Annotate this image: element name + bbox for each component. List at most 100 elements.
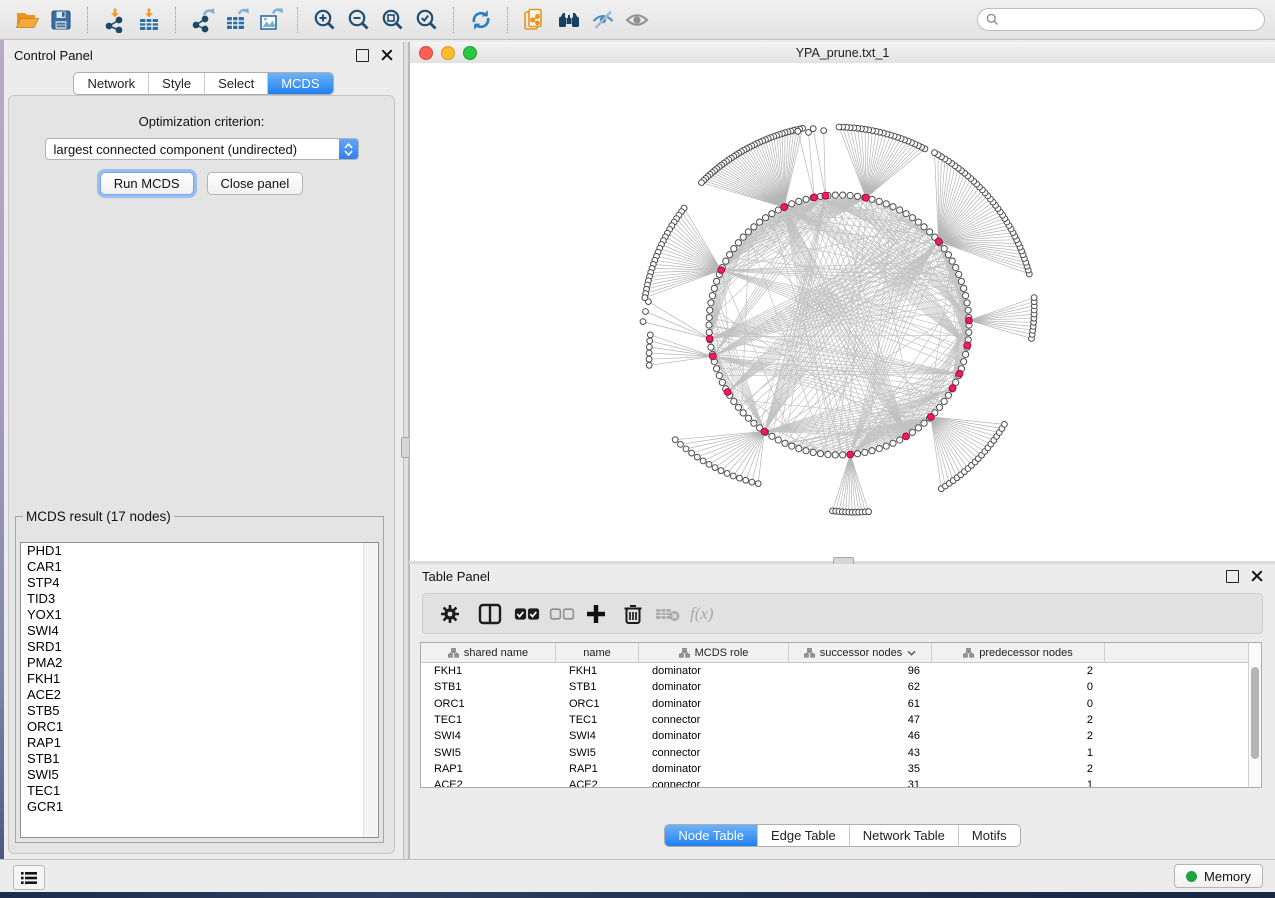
network-window-title: YPA_prune.txt_1 bbox=[410, 46, 1275, 60]
table-cell: TEC1 bbox=[421, 714, 556, 726]
search-input[interactable] bbox=[1004, 12, 1256, 28]
float-panel-icon[interactable] bbox=[1226, 570, 1239, 583]
mcds-result-list: PHD1CAR1STP4TID3YOX1SWI4SRD1PMA2FKH1ACE2… bbox=[20, 542, 379, 838]
table-cell: 43 bbox=[789, 747, 932, 759]
scrollbar-thumb[interactable] bbox=[1251, 667, 1259, 759]
apply-layout-icon[interactable] bbox=[464, 5, 498, 35]
close-panel-icon[interactable] bbox=[1251, 570, 1263, 582]
zoom-in-icon[interactable] bbox=[308, 5, 342, 35]
table-cell: 96 bbox=[789, 665, 932, 677]
import-table-icon[interactable] bbox=[132, 5, 166, 35]
run-mcds-button[interactable]: Run MCDS bbox=[100, 172, 194, 195]
memory-button[interactable]: Memory bbox=[1174, 864, 1263, 888]
tab-edge-table[interactable]: Edge Table bbox=[757, 825, 849, 846]
deselect-all-checkboxes-icon[interactable] bbox=[549, 601, 575, 627]
mcds-result-item[interactable]: TID3 bbox=[21, 591, 378, 607]
desktop-wallpaper-bottom bbox=[0, 892, 1275, 898]
show-graphics-details-icon[interactable] bbox=[620, 5, 654, 35]
column-header-predecessor-nodes[interactable]: predecessor nodes bbox=[932, 643, 1105, 662]
gear-icon[interactable] bbox=[437, 601, 463, 627]
mcds-result-item[interactable]: RAP1 bbox=[21, 735, 378, 751]
result-scrollbar[interactable] bbox=[363, 543, 378, 837]
task-history-button[interactable] bbox=[13, 865, 45, 890]
tab-network-table[interactable]: Network Table bbox=[849, 825, 958, 846]
table-row[interactable]: FKH1FKH1dominator962 bbox=[421, 663, 1249, 679]
main-toolbar bbox=[0, 0, 1275, 40]
tab-network[interactable]: Network bbox=[74, 73, 148, 94]
table-row[interactable]: ACE2ACE2connector311 bbox=[421, 777, 1249, 788]
toolbar-search[interactable] bbox=[977, 8, 1265, 31]
float-panel-icon[interactable] bbox=[356, 49, 369, 62]
mcds-result-item[interactable]: FKH1 bbox=[21, 671, 378, 687]
mcds-result-item[interactable]: PMA2 bbox=[21, 655, 378, 671]
column-header-shared-name[interactable]: shared name bbox=[421, 643, 556, 662]
mcds-result-item[interactable]: STP4 bbox=[21, 575, 378, 591]
mcds-result-item[interactable]: ORC1 bbox=[21, 719, 378, 735]
network-canvas[interactable] bbox=[410, 63, 1275, 561]
network-window-titlebar[interactable]: YPA_prune.txt_1 bbox=[410, 42, 1275, 64]
open-file-icon[interactable] bbox=[10, 5, 44, 35]
tab-motifs[interactable]: Motifs bbox=[958, 825, 1020, 846]
find-binoculars-icon[interactable] bbox=[552, 5, 586, 35]
control-panel-title: Control Panel bbox=[14, 48, 93, 63]
table-cell: 62 bbox=[789, 681, 932, 693]
close-panel-icon[interactable] bbox=[381, 49, 393, 61]
table-cell: 2 bbox=[932, 763, 1105, 775]
optimization-criterion-select[interactable]: largest connected component (undirected) bbox=[45, 138, 359, 160]
table-cell: ACE2 bbox=[556, 779, 639, 788]
mcds-result-item[interactable]: ACE2 bbox=[21, 687, 378, 703]
delete-column-icon[interactable] bbox=[620, 601, 646, 627]
network-from-document-icon[interactable] bbox=[518, 5, 552, 35]
zoom-selected-icon[interactable] bbox=[410, 5, 444, 35]
tab-node-table[interactable]: Node Table bbox=[665, 825, 757, 846]
table-cell: 61 bbox=[789, 698, 932, 710]
zoom-fit-icon[interactable] bbox=[376, 5, 410, 35]
close-panel-button[interactable]: Close panel bbox=[207, 172, 304, 195]
mcds-result-item[interactable]: PHD1 bbox=[21, 543, 378, 559]
table-cell: SWI5 bbox=[421, 747, 556, 759]
column-header-successor-nodes[interactable]: successor nodes bbox=[789, 643, 932, 662]
export-network-icon[interactable] bbox=[186, 5, 220, 35]
mcds-result-item[interactable]: GCR1 bbox=[21, 799, 378, 815]
table-panel: Table Panel bbox=[409, 564, 1275, 860]
table-body: FKH1FKH1dominator962STB1STB1dominator620… bbox=[421, 663, 1249, 787]
import-network-icon[interactable] bbox=[98, 5, 132, 35]
add-column-icon[interactable] bbox=[583, 601, 609, 627]
export-table-icon[interactable] bbox=[220, 5, 254, 35]
table-cell: 2 bbox=[932, 714, 1105, 726]
memory-status-icon bbox=[1186, 871, 1197, 882]
table-tab-bar: Node Table Edge Table Network Table Moti… bbox=[410, 824, 1275, 847]
mcds-result-item[interactable]: SRD1 bbox=[21, 639, 378, 655]
table-cell: 0 bbox=[932, 681, 1105, 693]
table-row[interactable]: STB1STB1dominator620 bbox=[421, 679, 1249, 695]
column-header-name[interactable]: name bbox=[556, 643, 639, 662]
column-header-mcds-role[interactable]: MCDS role bbox=[639, 643, 789, 662]
table-cell: 1 bbox=[932, 747, 1105, 759]
mcds-result-item[interactable]: STB5 bbox=[21, 703, 378, 719]
tab-style[interactable]: Style bbox=[148, 73, 204, 94]
save-session-icon[interactable] bbox=[44, 5, 78, 35]
export-image-icon[interactable] bbox=[254, 5, 288, 35]
table-row[interactable]: RAP1RAP1dominator352 bbox=[421, 761, 1249, 777]
table-row[interactable]: SWI4SWI4dominator462 bbox=[421, 728, 1249, 744]
mcds-result-item[interactable]: SWI4 bbox=[21, 623, 378, 639]
mcds-result-item[interactable]: STB1 bbox=[21, 751, 378, 767]
hierarchy-icon bbox=[963, 648, 974, 658]
table-row[interactable]: SWI5SWI5connector431 bbox=[421, 744, 1249, 760]
hide-graphics-details-icon[interactable] bbox=[586, 5, 620, 35]
tab-select[interactable]: Select bbox=[204, 73, 267, 94]
mcds-result-item[interactable]: SWI5 bbox=[21, 767, 378, 783]
mcds-result-item[interactable]: TEC1 bbox=[21, 783, 378, 799]
tab-mcds[interactable]: MCDS bbox=[267, 73, 332, 94]
table-scrollbar[interactable] bbox=[1248, 643, 1261, 787]
split-columns-icon[interactable] bbox=[477, 601, 503, 627]
table-cell: SWI5 bbox=[556, 747, 639, 759]
table-row[interactable]: ORC1ORC1dominator610 bbox=[421, 696, 1249, 712]
mcds-result-item[interactable]: CAR1 bbox=[21, 559, 378, 575]
zoom-out-icon[interactable] bbox=[342, 5, 376, 35]
table-cell: connector bbox=[639, 779, 789, 788]
table-row[interactable]: TEC1TEC1connector472 bbox=[421, 712, 1249, 728]
table-cell: dominator bbox=[639, 730, 789, 742]
mcds-result-item[interactable]: YOX1 bbox=[21, 607, 378, 623]
select-all-checkboxes-icon[interactable] bbox=[514, 601, 540, 627]
